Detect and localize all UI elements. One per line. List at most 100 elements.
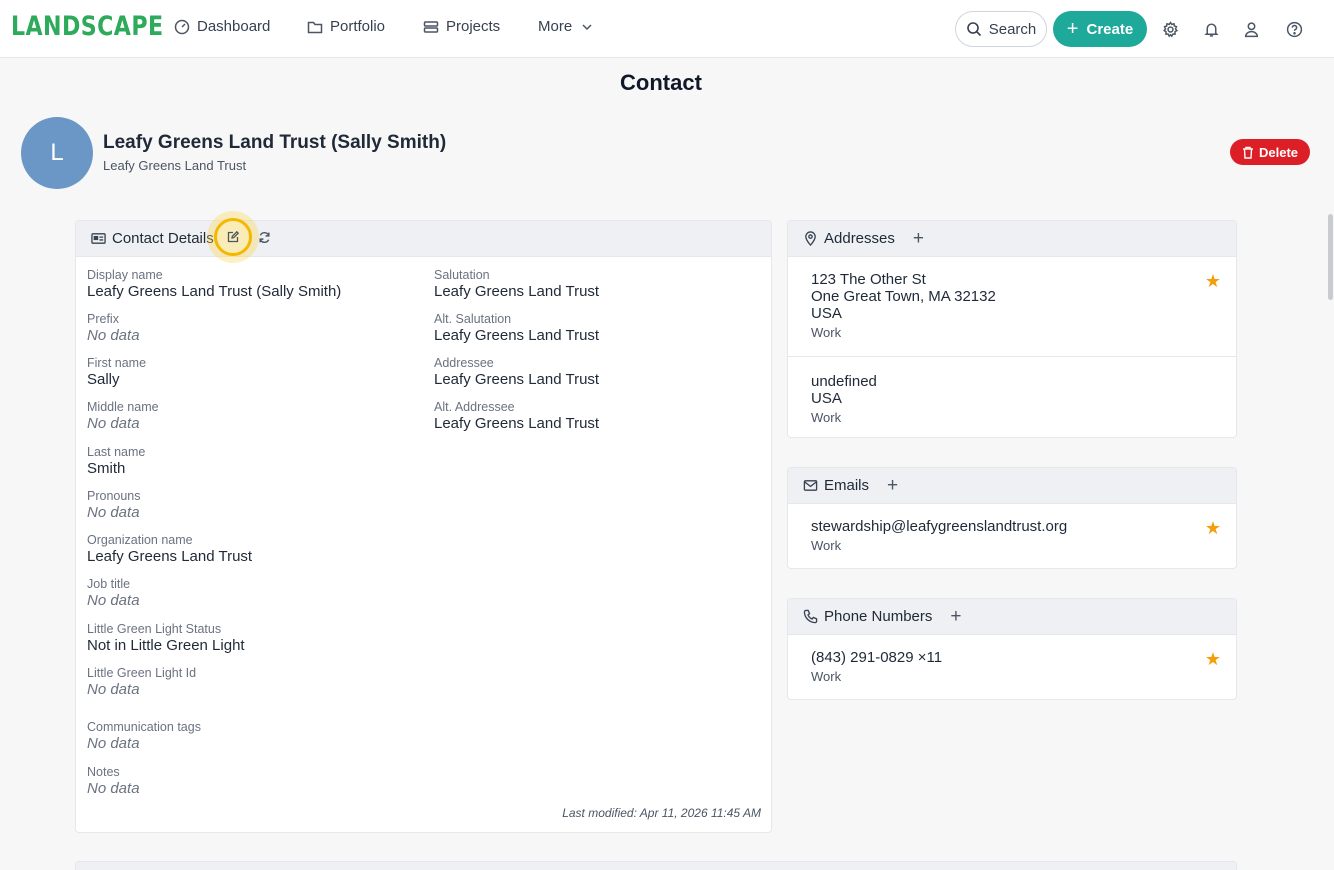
gear-icon[interactable] (1160, 19, 1180, 39)
field-value: Smith (87, 460, 126, 477)
phone-icon (803, 609, 818, 624)
address-line: One Great Town, MA 32132 (811, 288, 996, 305)
app-logo[interactable]: LANDSCAPE (11, 11, 164, 42)
refresh-button[interactable] (258, 231, 272, 245)
field-label: Addressee (434, 356, 494, 370)
dashboard-icon (174, 19, 190, 34)
phone-numbers-card: Phone Numbers + (843) 291-0829 ×11 Work … (787, 598, 1237, 700)
field-label: Communication tags (87, 720, 201, 734)
field-value: No data (87, 504, 140, 521)
field-value: No data (87, 415, 140, 432)
search-label: Search (988, 20, 1037, 38)
projects-icon (423, 20, 439, 33)
bell-icon[interactable] (1201, 19, 1221, 39)
help-icon[interactable] (1284, 19, 1304, 39)
field-value: No data (87, 592, 140, 609)
field-label: Organization name (87, 533, 193, 547)
map-pin-icon (805, 231, 816, 246)
edit-icon (227, 231, 239, 243)
address-line: USA (811, 390, 842, 407)
nav-more-label: More (538, 18, 573, 35)
address-type: Work (811, 410, 842, 425)
addresses-header: Addresses + (788, 221, 1236, 257)
nav-dashboard-label: Dashboard (197, 18, 271, 35)
field-communication-tags: Communication tags No data (87, 720, 201, 753)
field-label: Prefix (87, 312, 119, 326)
address-item[interactable]: undefined USA Work (788, 357, 1236, 427)
field-alt-addressee: Alt. Addressee Leafy Greens Land Trust (434, 400, 599, 433)
field-value: No data (87, 780, 140, 797)
nav-more[interactable]: More (538, 18, 595, 35)
address-line: USA (811, 305, 842, 322)
phone-numbers-header: Phone Numbers + (788, 599, 1236, 635)
contact-organization: Leafy Greens Land Trust (103, 158, 247, 173)
search-icon (966, 22, 981, 37)
field-value: Leafy Greens Land Trust (87, 548, 253, 565)
phone-type: Work (811, 669, 842, 684)
field-job-title: Job title No data (87, 577, 140, 610)
create-button[interactable]: + Create (1053, 11, 1147, 47)
folder-icon (307, 21, 323, 33)
addresses-card: Addresses + 123 The Other St One Great T… (787, 220, 1237, 438)
address-line: 123 The Other St (811, 271, 926, 288)
address-item[interactable]: 123 The Other St One Great Town, MA 3213… (788, 257, 1236, 356)
addresses-title: Addresses (824, 230, 895, 247)
field-last-name: Last name Smith (87, 445, 145, 478)
field-prefix: Prefix No data (87, 312, 140, 345)
field-label: First name (87, 356, 147, 370)
field-value: Sally (87, 371, 120, 388)
nav-projects-label: Projects (446, 18, 501, 35)
star-icon[interactable]: ★ (1205, 272, 1221, 290)
add-address-button[interactable]: + (913, 229, 924, 248)
field-label: Little Green Light Id (87, 666, 197, 680)
next-card (75, 861, 1237, 870)
field-label: Alt. Addressee (434, 400, 515, 414)
delete-button[interactable]: Delete (1230, 139, 1310, 165)
field-lgl-id: Little Green Light Id No data (87, 666, 196, 699)
nav-dashboard[interactable]: Dashboard (174, 18, 270, 35)
field-value: Leafy Greens Land Trust (434, 371, 600, 388)
field-label: Alt. Salutation (434, 312, 512, 326)
field-organization-name: Organization name Leafy Greens Land Trus… (87, 533, 252, 566)
field-value: No data (87, 327, 140, 344)
email-value: stewardship@leafygreenslandtrust.org (811, 518, 1068, 535)
avatar: L (21, 117, 93, 189)
trash-icon (1242, 146, 1253, 159)
scrollbar[interactable] (1328, 214, 1333, 300)
contact-name: Leafy Greens Land Trust (Sally Smith) (103, 132, 447, 153)
field-addressee: Addressee Leafy Greens Land Trust (434, 356, 599, 389)
field-alt-salutation: Alt. Salutation Leafy Greens Land Trust (434, 312, 599, 345)
search-button[interactable]: Search (955, 11, 1047, 47)
field-label: Salutation (434, 268, 490, 282)
field-salutation: Salutation Leafy Greens Land Trust (434, 268, 599, 301)
add-email-button[interactable]: + (887, 476, 898, 495)
user-icon[interactable] (1241, 19, 1261, 39)
nav-projects[interactable]: Projects (423, 18, 500, 35)
add-phone-button[interactable]: + (950, 607, 961, 626)
star-icon[interactable]: ★ (1205, 650, 1221, 668)
last-modified: Last modified: Apr 11, 2026 11:45 AM (562, 806, 761, 820)
field-value: No data (87, 735, 140, 752)
phone-numbers-title: Phone Numbers (824, 608, 933, 625)
field-label: Notes (87, 765, 120, 779)
star-icon[interactable]: ★ (1205, 519, 1221, 537)
email-item[interactable]: stewardship@leafygreenslandtrust.org Wor… (788, 504, 1236, 555)
field-value: No data (87, 681, 140, 698)
top-navbar: LANDSCAPE Dashboard Portfolio Projects M… (0, 0, 1334, 58)
emails-header: Emails + (788, 468, 1236, 504)
email-type: Work (811, 538, 842, 553)
field-value: Leafy Greens Land Trust (Sally Smith) (87, 283, 342, 300)
phone-item[interactable]: (843) 291-0829 ×11 Work ★ (788, 635, 1236, 686)
field-label: Last name (87, 445, 146, 459)
nav-portfolio[interactable]: Portfolio (307, 18, 385, 35)
plus-icon: + (1066, 18, 1079, 40)
contact-details-header: Contact Details (76, 221, 771, 257)
field-label: Job title (87, 577, 131, 591)
field-value: Leafy Greens Land Trust (434, 415, 600, 432)
phone-value: (843) 291-0829 ×11 (811, 649, 943, 666)
edit-button[interactable] (214, 218, 252, 256)
field-notes: Notes No data (87, 765, 140, 798)
field-label: Little Green Light Status (87, 622, 222, 636)
chevron-down-icon (582, 23, 592, 30)
mail-icon (803, 480, 818, 491)
